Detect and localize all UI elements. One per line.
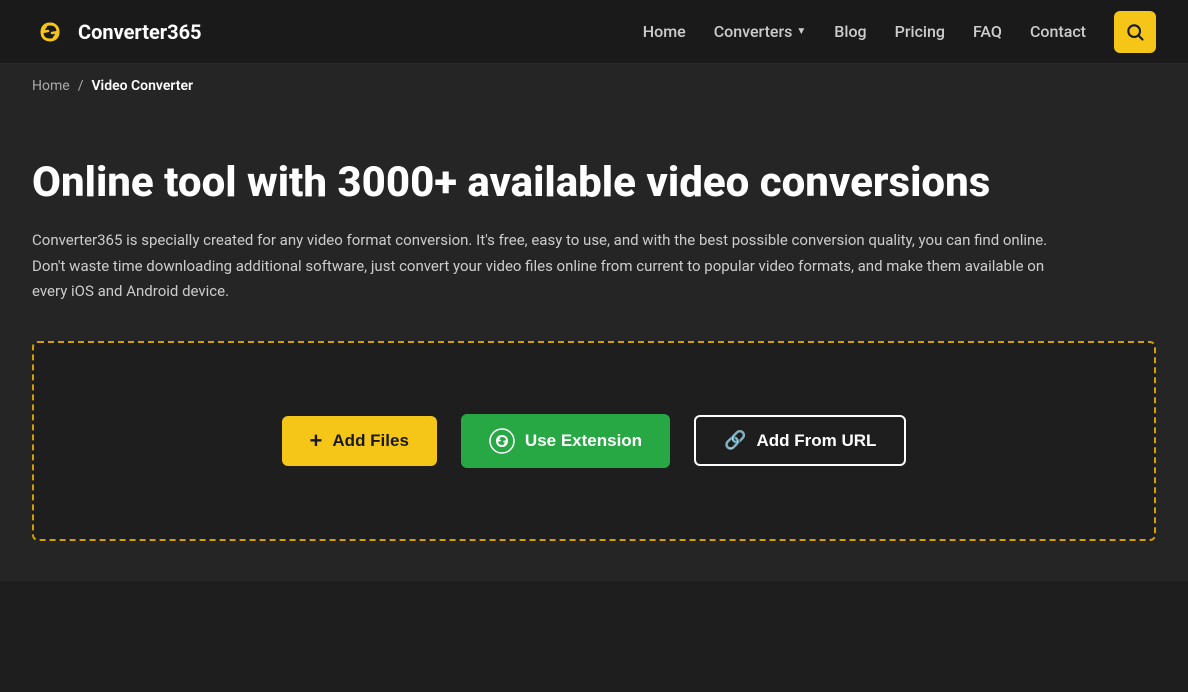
upload-box: + Add Files Use Extension 🔗 Add From URL [32,341,1156,541]
brand-link[interactable]: Converter365 [32,14,202,50]
hero-title: Online tool with 3000+ available video c… [32,158,1082,208]
use-extension-button[interactable]: Use Extension [461,414,670,468]
converters-chevron-icon: ▼ [796,26,806,37]
breadcrumb-home-link[interactable]: Home [32,78,70,94]
add-files-button[interactable]: + Add Files [282,416,437,466]
hero-description: Converter365 is specially created for an… [32,228,1082,305]
add-url-button[interactable]: 🔗 Add From URL [694,415,906,466]
breadcrumb: Home / Video Converter [0,64,1188,108]
main-content: Online tool with 3000+ available video c… [0,108,1188,581]
nav-pricing[interactable]: Pricing [895,22,945,41]
add-url-label: Add From URL [757,431,877,451]
nav-faq[interactable]: FAQ [973,22,1002,41]
nav-links: Home Converters ▼ Blog Pricing FAQ Conta… [643,11,1156,53]
plus-icon: + [310,430,323,452]
navbar: Converter365 Home Converters ▼ Blog Pric… [0,0,1188,64]
breadcrumb-current: Video Converter [91,78,193,94]
link-icon: 🔗 [724,430,746,451]
nav-home[interactable]: Home [643,22,686,41]
breadcrumb-separator: / [78,78,84,94]
nav-converters[interactable]: Converters ▼ [714,22,807,41]
nav-blog[interactable]: Blog [834,22,866,41]
search-button[interactable] [1114,11,1156,53]
add-files-label: Add Files [332,431,409,451]
search-icon [1125,22,1145,42]
extension-icon [489,428,515,454]
use-extension-label: Use Extension [525,431,642,451]
brand-logo-icon [32,14,68,50]
brand-name: Converter365 [78,20,202,44]
nav-contact[interactable]: Contact [1030,22,1086,41]
